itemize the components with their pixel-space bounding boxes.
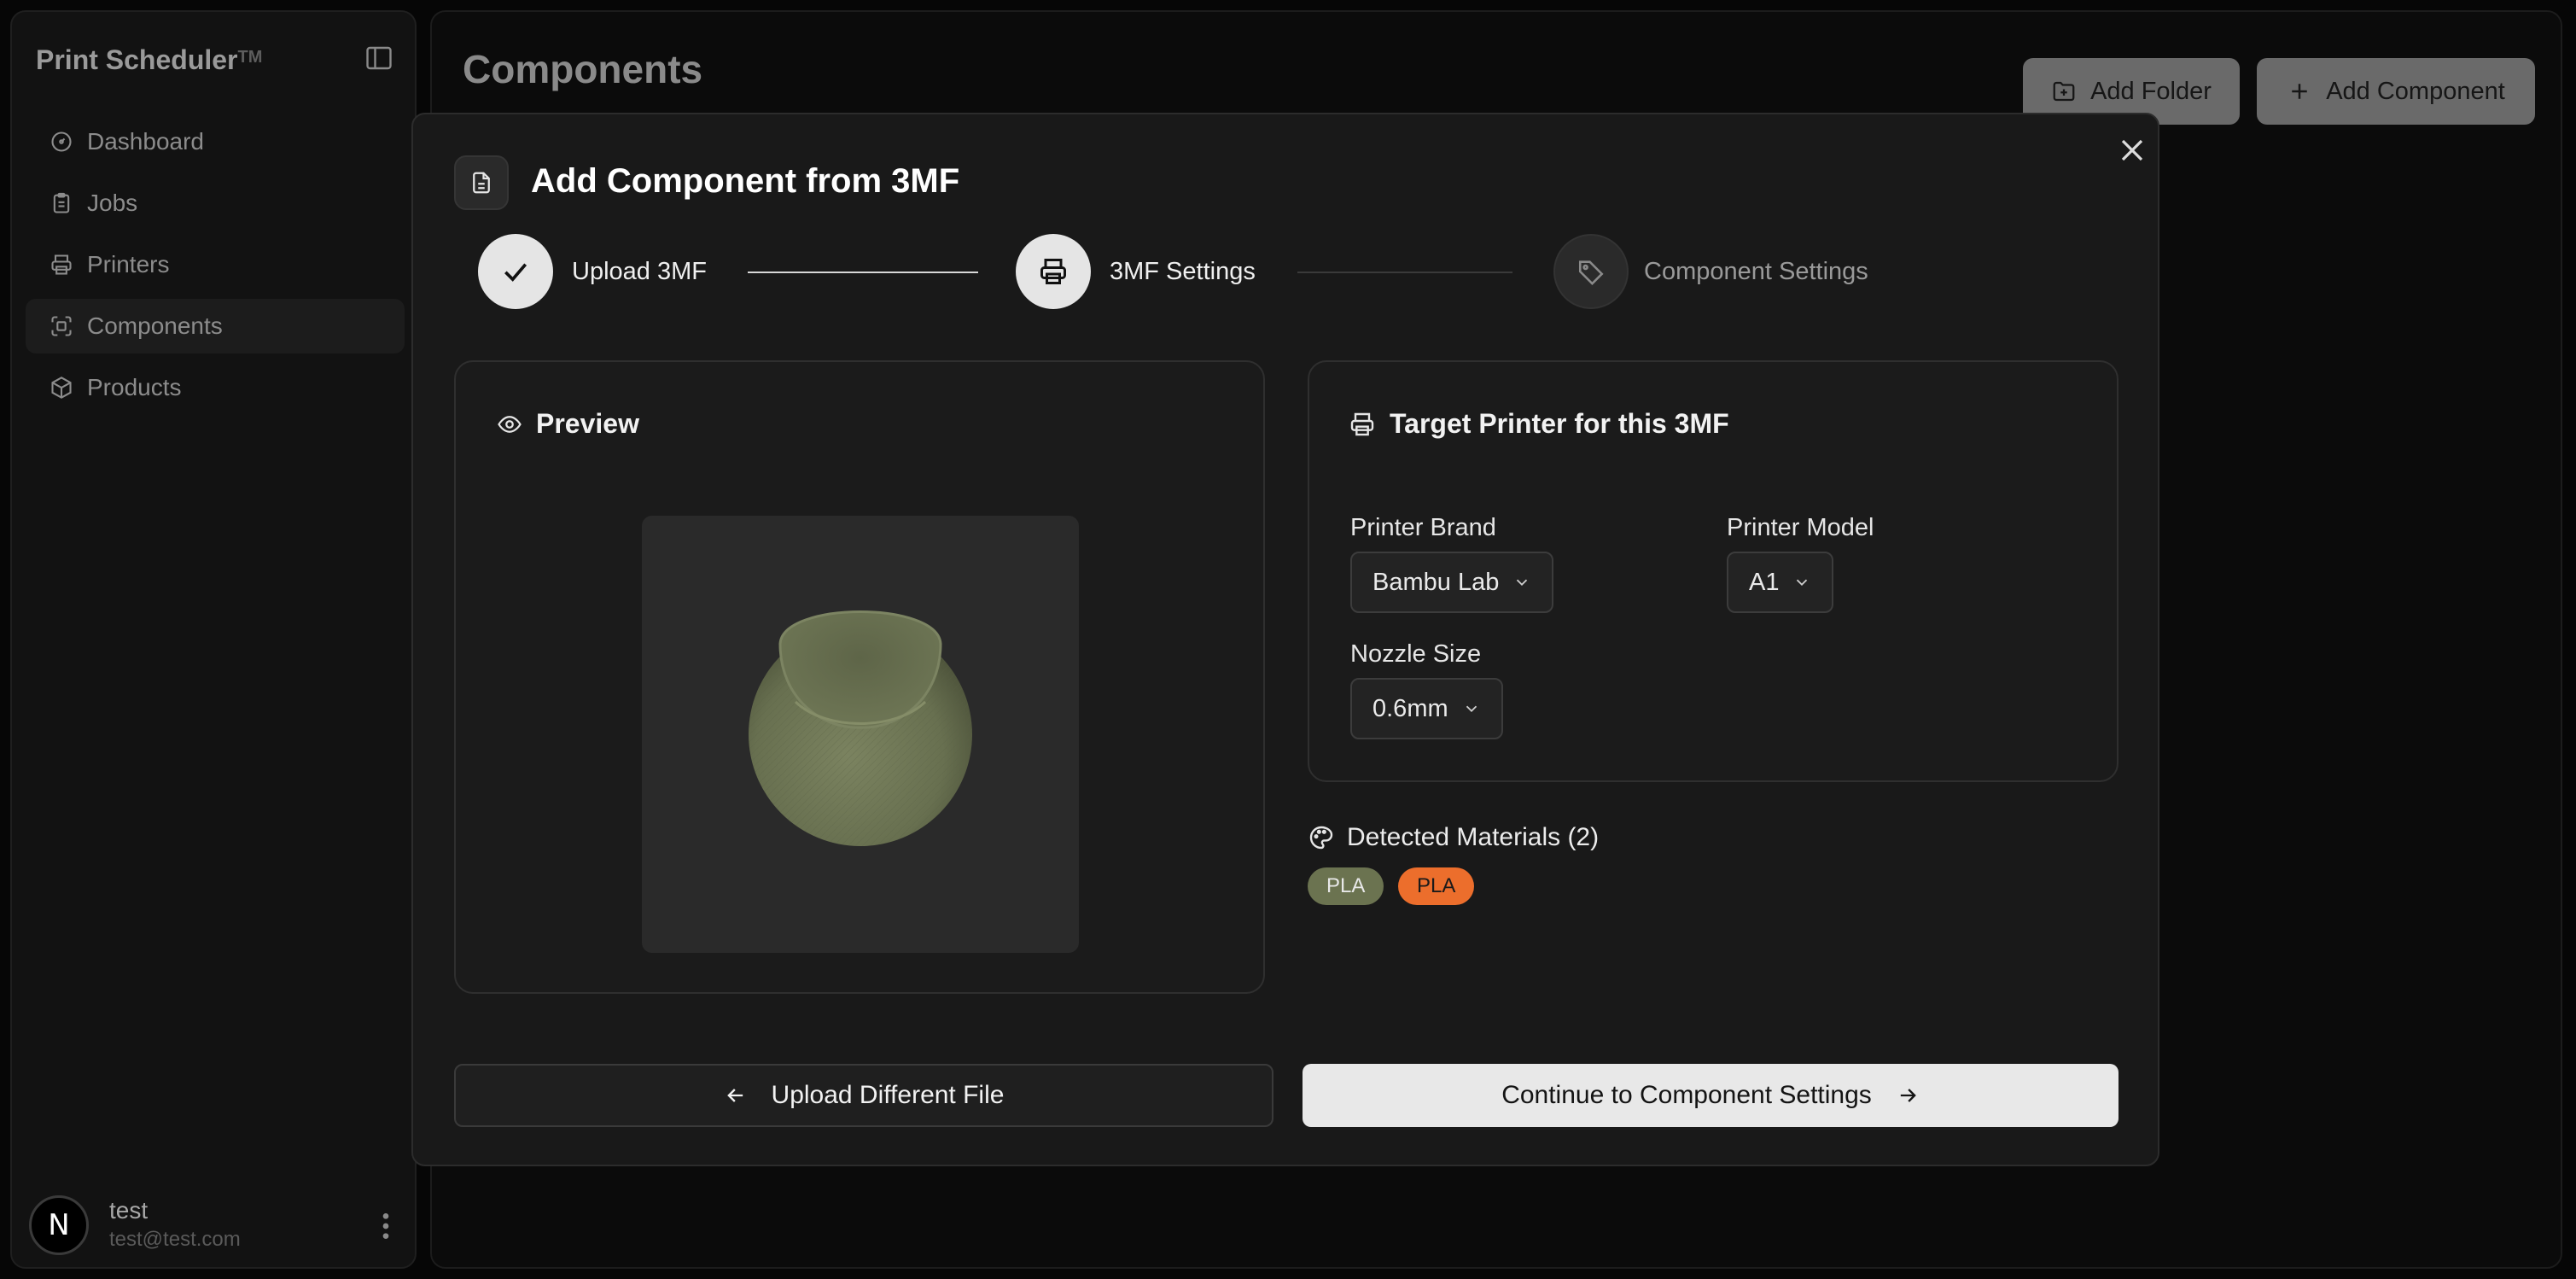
sidebar-item-label: Dashboard [87, 128, 204, 155]
printer-model-label: Printer Model [1727, 514, 1874, 541]
sidebar-item-products[interactable]: Products [26, 360, 405, 415]
printer-icon [51, 254, 72, 275]
check-icon [504, 263, 527, 282]
sidebar-nav: Dashboard Jobs Printers Components Produ… [26, 114, 405, 422]
printer-icon [1350, 412, 1374, 435]
more-vertical-icon[interactable] [376, 1209, 396, 1243]
printer-brand-label: Printer Brand [1350, 514, 1496, 541]
app-brand: Print SchedulerTM [36, 44, 262, 76]
printer-brand-value: Bambu Lab [1373, 568, 1500, 596]
sidebar-item-label: Components [87, 312, 223, 339]
user-email: test@test.com [109, 1228, 241, 1251]
sidebar: Print SchedulerTM Dashboard Jobs Printer… [10, 10, 417, 1269]
palette-icon [1309, 826, 1333, 850]
continue-label: Continue to Component Settings [1501, 1081, 1872, 1109]
step-connector-2 [1297, 272, 1512, 273]
user-profile[interactable]: N test test@test.com [29, 1188, 401, 1260]
package-icon [51, 377, 72, 399]
add-component-label: Add Component [2326, 77, 2505, 105]
nozzle-size-value: 0.6mm [1373, 694, 1448, 722]
trademark: TM [237, 48, 263, 67]
sidebar-item-label: Products [87, 374, 182, 400]
avatar: N [29, 1195, 89, 1255]
printer-brand-select[interactable]: Bambu Lab [1350, 552, 1554, 613]
model-preview-viewport[interactable] [642, 516, 1079, 953]
3d-model-render [749, 610, 972, 846]
printer-icon [1040, 259, 1066, 284]
printer-model-select[interactable]: A1 [1727, 552, 1834, 613]
material-chip: PLA [1398, 867, 1475, 905]
target-printer-card: Target Printer for this 3MF Printer Bran… [1308, 360, 2118, 782]
sidebar-item-dashboard[interactable]: Dashboard [26, 114, 405, 169]
preview-title-label: Preview [536, 408, 639, 439]
step-label-upload: Upload 3MF [572, 258, 707, 285]
plus-icon [2292, 84, 2307, 99]
step-label-3mf-settings: 3MF Settings [1110, 258, 1256, 285]
arrow-left-icon [726, 1089, 743, 1102]
nozzle-size-select[interactable]: 0.6mm [1350, 678, 1503, 739]
user-name: test [109, 1197, 149, 1224]
add-component-dialog: Add Component from 3MF Upload 3MF 3MF Se… [411, 113, 2159, 1166]
chevron-down-icon [1797, 579, 1808, 587]
arrow-right-icon [1900, 1089, 1916, 1102]
target-printer-title-label: Target Printer for this 3MF [1390, 408, 1729, 439]
sidebar-item-printers[interactable]: Printers [26, 237, 405, 292]
add-component-button[interactable]: Add Component [2257, 58, 2535, 125]
clipboard-icon [53, 192, 70, 213]
close-icon[interactable] [2113, 131, 2151, 169]
step-connector-1 [748, 272, 978, 273]
upload-different-file-label: Upload Different File [771, 1081, 1005, 1109]
preview-title: Preview [497, 408, 639, 440]
upload-different-file-button[interactable]: Upload Different File [454, 1064, 1273, 1127]
page-title: Components [463, 47, 703, 91]
continue-button[interactable]: Continue to Component Settings [1303, 1064, 2118, 1127]
sidebar-item-label: Printers [87, 251, 170, 277]
dialog-title-icon [454, 155, 509, 210]
add-folder-label: Add Folder [2090, 77, 2212, 105]
step-3mf-settings[interactable] [1016, 234, 1091, 309]
sidebar-item-jobs[interactable]: Jobs [26, 176, 405, 231]
eye-icon [498, 415, 522, 433]
tag-icon [1578, 260, 1604, 285]
app-name: Print Scheduler [36, 44, 238, 75]
step-component-settings[interactable] [1553, 234, 1629, 309]
detected-materials-title: Detected Materials (2) [1308, 823, 1599, 852]
chevron-down-icon [1466, 705, 1477, 713]
sidebar-toggle-icon[interactable] [364, 43, 394, 73]
material-chip: PLA [1308, 867, 1384, 905]
scan-icon [51, 316, 72, 336]
detected-materials-label: Detected Materials (2) [1347, 823, 1600, 851]
target-printer-title: Target Printer for this 3MF [1349, 408, 1729, 440]
step-upload-3mf[interactable] [478, 234, 553, 309]
dialog-title: Add Component from 3MF [531, 162, 960, 200]
folder-plus-icon [2053, 81, 2075, 102]
step-label-component-settings: Component Settings [1644, 258, 1868, 285]
sidebar-item-label: Jobs [87, 190, 138, 216]
file-text-icon [473, 172, 490, 194]
printer-model-value: A1 [1749, 568, 1780, 596]
nozzle-size-label: Nozzle Size [1350, 640, 1482, 668]
gauge-icon [51, 131, 72, 152]
chevron-down-icon [1517, 579, 1528, 587]
preview-card: Preview [454, 360, 1265, 994]
sidebar-item-components[interactable]: Components [26, 299, 405, 353]
